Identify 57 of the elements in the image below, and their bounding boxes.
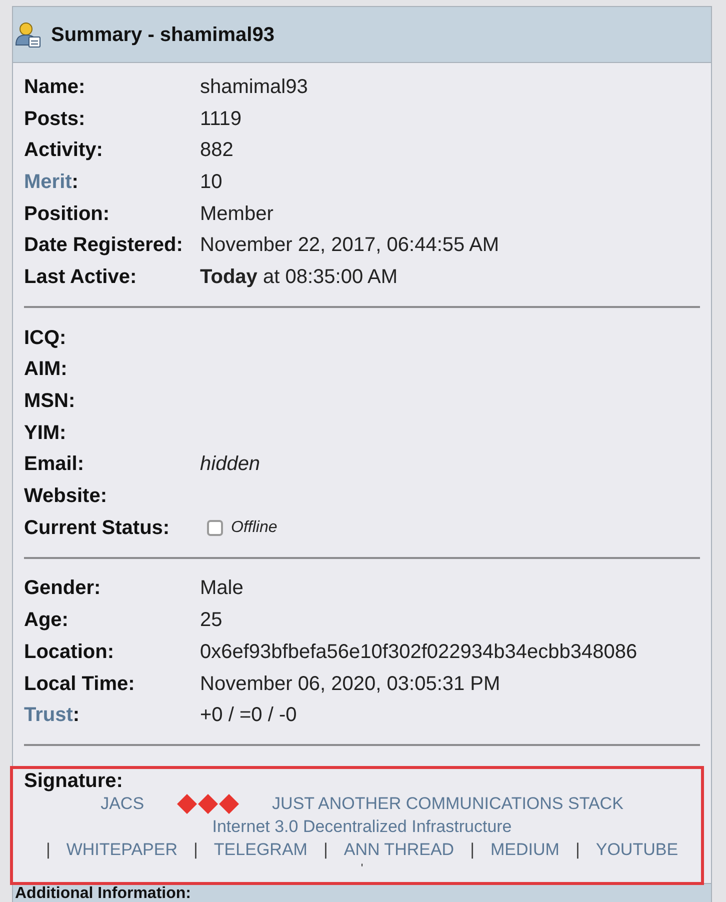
diamond-icon: [177, 794, 198, 814]
field-label: Gender:: [24, 576, 102, 602]
field-label: Posts:: [24, 106, 86, 132]
colon-text: :: [72, 703, 80, 728]
field-link[interactable]: Merit: [24, 166, 72, 197]
field-label: Signature:: [24, 770, 123, 792]
signature-link[interactable]: Internet 3.0 Decentralized Infrastructure: [212, 814, 512, 840]
section-title: Additional Information:: [15, 884, 191, 902]
field-label: YIM:: [24, 420, 68, 446]
separator-text: |: [470, 838, 474, 861]
field-label: Name:: [24, 74, 86, 100]
signature-link[interactable]: ANN THREAD: [344, 836, 454, 862]
diamond-icon: [219, 794, 240, 814]
status-square-icon: [207, 520, 223, 536]
separator-text: |: [194, 838, 198, 861]
user-card-icon: [15, 22, 41, 48]
field-label: Current Status:: [24, 516, 171, 541]
separator-text: |: [575, 838, 580, 861]
signature-link[interactable]: MEDIUM: [490, 836, 560, 862]
separator-text: |: [323, 838, 328, 861]
field-label: Last Active:: [24, 264, 138, 290]
colon-text: :: [72, 170, 78, 195]
mark-text: ': [360, 862, 364, 874]
field-label: Age:: [24, 608, 70, 634]
diamond-icon: [198, 794, 218, 814]
signature-link[interactable]: JUST ANOTHER COMMUNICATIONS STACK: [272, 790, 624, 816]
field-value: +0 / =0 / -0: [200, 703, 297, 728]
field-value: hidden: [200, 452, 260, 478]
signature-link[interactable]: YOUTUBE: [596, 836, 678, 862]
field-label: MSN:: [24, 389, 76, 414]
panel-title: Summary - shamimal93: [51, 22, 274, 48]
signature-link[interactable]: WHITEPAPER: [66, 836, 178, 862]
field-label: Date Registered:: [24, 233, 184, 258]
signature-link[interactable]: JACS: [100, 790, 144, 816]
field-link[interactable]: Trust: [24, 700, 73, 730]
field-value: 10: [200, 170, 222, 195]
field-value: 1119: [200, 106, 242, 132]
field-value: Male: [200, 576, 244, 602]
field-label: AIM:: [24, 357, 68, 382]
field-value: 25: [200, 608, 222, 634]
field-label: Email:: [24, 452, 86, 478]
field-label: ICQ:: [24, 326, 68, 351]
field-label: Position:: [24, 202, 111, 227]
field-value: November 22, 2017, 06:44:55 AM: [200, 233, 500, 258]
status-text: Offline: [231, 518, 278, 538]
field-value: shamimal93: [200, 74, 308, 100]
field-label: Website:: [24, 484, 108, 510]
field-value: 0x6ef93bfbefa56e10f302f022934b34ecbb348086: [200, 640, 638, 665]
field-value: Member: [200, 202, 274, 227]
field-label: Location:: [24, 640, 115, 665]
field-value: Today at 08:35:00 AM: [200, 264, 398, 290]
field-value: November 06, 2020, 03:05:31 PM: [200, 672, 500, 697]
field-value: 882: [200, 138, 234, 164]
field-label: Activity:: [24, 138, 104, 164]
signature-link[interactable]: TELEGRAM: [214, 836, 308, 862]
field-label: Local Time:: [24, 672, 136, 697]
separator-text: |: [46, 838, 50, 861]
